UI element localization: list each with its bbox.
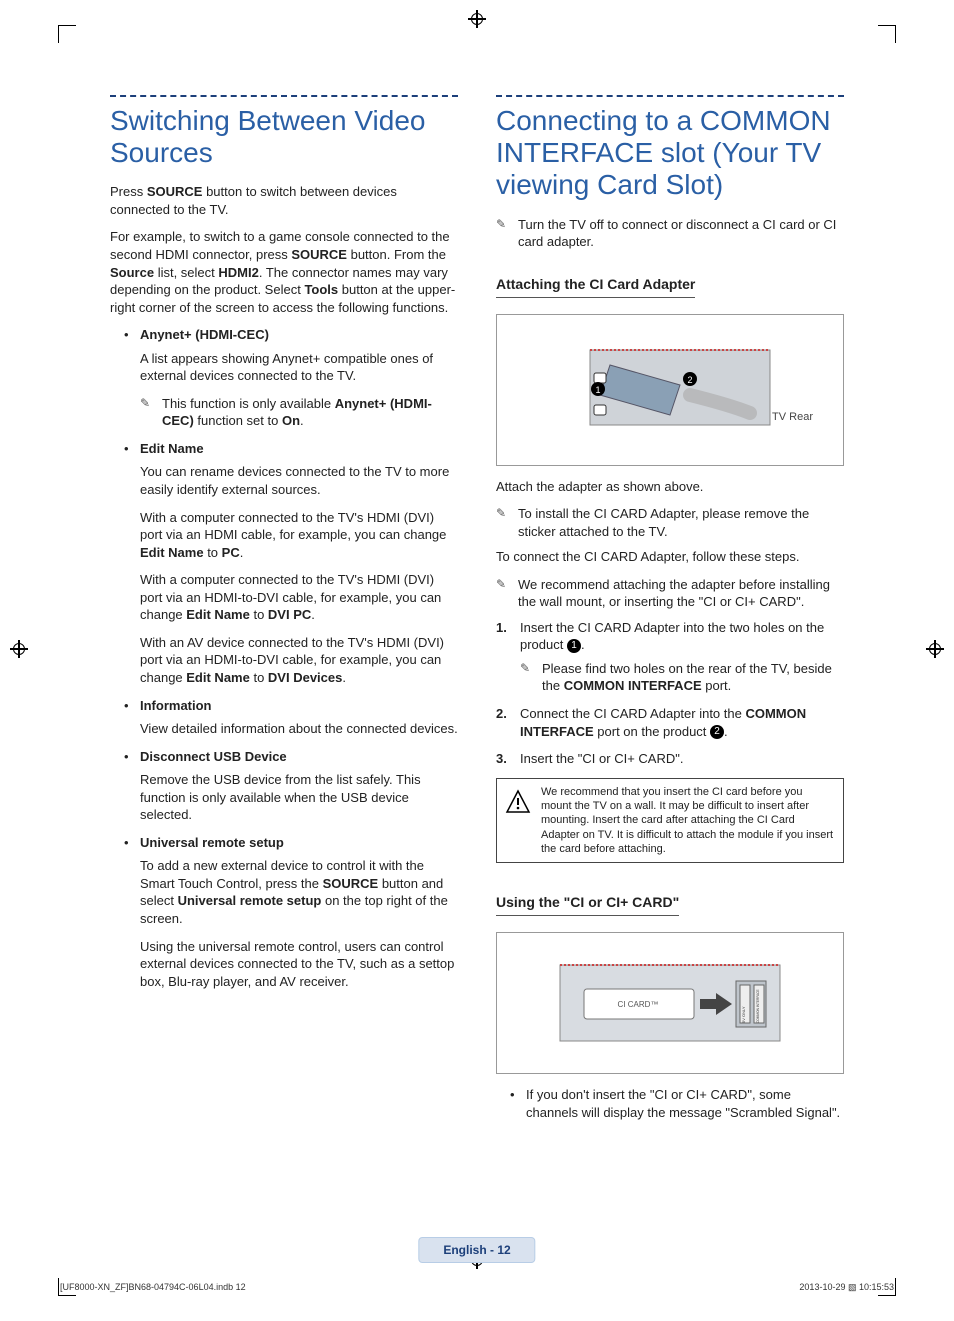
item-body: With a computer connected to the TV's HD… — [140, 571, 458, 624]
subheading-attaching: Attaching the CI Card Adapter — [496, 275, 695, 298]
right-column: Connecting to a COMMON INTERFACE slot (Y… — [496, 95, 844, 1236]
circle-number-1-icon: 1 — [567, 639, 581, 653]
list-item-scrambled-signal: If you don't insert the "CI or CI+ CARD"… — [496, 1086, 844, 1121]
section-divider — [496, 95, 844, 97]
item-title: Universal remote setup — [140, 835, 284, 850]
connect-intro: To connect the CI CARD Adapter, follow t… — [496, 548, 844, 566]
registration-mark-icon — [468, 10, 486, 28]
figure-ci-adapter: 1 2 TV Rear — [496, 314, 844, 466]
item-body: To add a new external device to control … — [140, 857, 458, 927]
note-before-wallmount: We recommend attaching the adapter befor… — [496, 576, 844, 611]
ci-card-label: CI CARD™ — [618, 1000, 659, 1009]
caution-text: We recommend that you insert the CI card… — [541, 785, 835, 856]
crop-mark — [58, 25, 76, 43]
item-body: Using the universal remote control, user… — [140, 938, 458, 991]
item-title: Information — [140, 698, 212, 713]
print-footer-left: [UF8000-XN_ZF]BN68-04794C-06L04.indb 12 — [60, 1281, 246, 1293]
intro-paragraph-1: Press SOURCE button to switch between de… — [110, 183, 458, 218]
svg-text:COMMON INTERFACE: COMMON INTERFACE — [756, 989, 760, 1023]
registration-mark-icon — [10, 640, 28, 658]
list-item-edit-name: Edit Name You can rename devices connect… — [110, 440, 458, 687]
subheading-using: Using the "CI or CI+ CARD" — [496, 893, 679, 916]
ci-card-illustration: CI CARD™ 5V ONLY COMMON INTERFACE — [540, 948, 800, 1058]
print-footer-right: 2013-10-29 ▧ 10:15:53 — [799, 1281, 894, 1293]
registration-mark-icon — [926, 640, 944, 658]
svg-text:2: 2 — [687, 375, 692, 385]
section-divider — [110, 95, 458, 97]
page-number-badge: English - 12 — [418, 1237, 535, 1263]
step-3: Insert the "CI or CI+ CARD". — [496, 750, 844, 768]
list-item-disconnect-usb: Disconnect USB Device Remove the USB dev… — [110, 748, 458, 824]
item-title: Edit Name — [140, 441, 204, 456]
svg-text:1: 1 — [595, 385, 600, 395]
tv-rear-label: TV Rear — [772, 410, 813, 425]
note-remove-sticker: To install the CI CARD Adapter, please r… — [496, 505, 844, 540]
item-body: View detailed information about the conn… — [140, 720, 458, 738]
item-body: Remove the USB device from the list safe… — [140, 771, 458, 824]
crop-mark — [878, 25, 896, 43]
list-item-universal-remote: Universal remote setup To add a new exte… — [110, 834, 458, 990]
note-top: Turn the TV off to connect or disconnect… — [496, 216, 844, 251]
caution-box: We recommend that you insert the CI card… — [496, 778, 844, 863]
section-title-left: Switching Between Video Sources — [110, 105, 458, 169]
circle-number-2-icon: 2 — [710, 725, 724, 739]
note-anynet: This function is only available Anynet+ … — [140, 395, 458, 430]
list-item-information: Information View detailed information ab… — [110, 697, 458, 738]
item-title: Anynet+ (HDMI-CEC) — [140, 327, 269, 342]
after-figure-text: Attach the adapter as shown above. — [496, 478, 844, 496]
step-2: Connect the CI CARD Adapter into the COM… — [496, 705, 844, 740]
svg-text:5V ONLY: 5V ONLY — [741, 1006, 746, 1023]
item-body: With a computer connected to the TV's HD… — [140, 509, 458, 562]
item-body: With an AV device connected to the TV's … — [140, 634, 458, 687]
item-body: A list appears showing Anynet+ compatibl… — [140, 350, 458, 385]
list-item-anynet: Anynet+ (HDMI-CEC) A list appears showin… — [110, 326, 458, 430]
item-title: Disconnect USB Device — [140, 749, 287, 764]
section-title-right: Connecting to a COMMON INTERFACE slot (Y… — [496, 105, 844, 202]
figure-ci-card: CI CARD™ 5V ONLY COMMON INTERFACE — [496, 932, 844, 1074]
item-body: You can rename devices connected to the … — [140, 463, 458, 498]
step-1-subnote: Please find two holes on the rear of the… — [520, 660, 844, 695]
caution-icon — [505, 789, 531, 815]
left-column: Switching Between Video Sources Press SO… — [110, 95, 458, 1236]
step-1: Insert the CI CARD Adapter into the two … — [496, 619, 844, 695]
ci-adapter-illustration: 1 2 — [540, 335, 800, 445]
intro-paragraph-2: For example, to switch to a game console… — [110, 228, 458, 316]
